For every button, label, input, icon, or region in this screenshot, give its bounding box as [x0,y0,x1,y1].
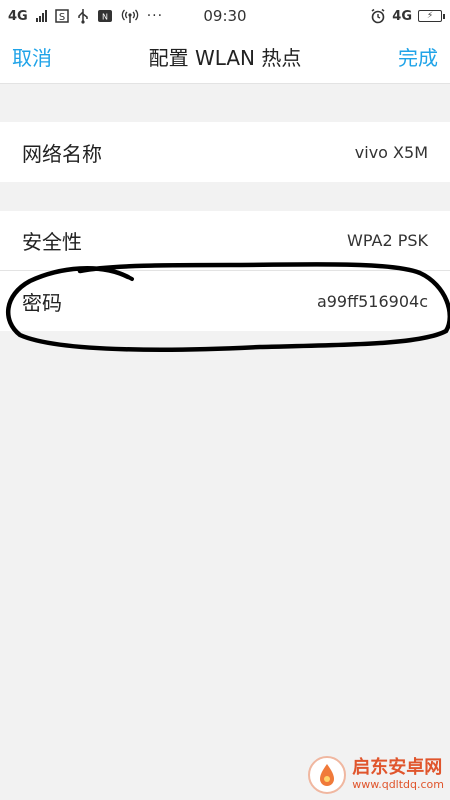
site-watermark: 启东安卓网 www.qdltdq.com [308,756,444,794]
done-button[interactable]: 完成 [398,32,438,84]
password-label: 密码 [22,290,62,315]
status-bar: 4G S N ··· 09:30 4G ⚡ [0,0,450,32]
security-label: 安全性 [22,230,82,254]
sim-s-icon: S [54,9,69,23]
network-type-right: 4G [392,8,412,24]
svg-text:S: S [59,12,65,23]
svg-text:N: N [102,13,108,22]
network-name-row[interactable]: 网络名称 vivo X5M [0,122,450,182]
hotspot-icon [121,8,139,24]
signal-icon [35,10,47,22]
network-type-left: 4G [8,8,28,24]
usb-icon [77,8,89,24]
network-name-label: 网络名称 [22,141,102,166]
security-value: WPA2 PSK [347,231,428,250]
hotspot-config-screen: 4G S N ··· 09:30 4G ⚡ 取消 配置 WLAN 热点 完成 网… [0,0,450,800]
password-value: a99ff516904c [316,291,428,311]
status-bar-right: 4G ⚡ [370,0,445,32]
alarm-icon [370,8,386,24]
vpn-icon: N [97,9,113,23]
watermark-text: 启东安卓网 www.qdltdq.com [352,758,444,791]
watermark-title: 启东安卓网 [352,757,443,779]
password-row[interactable]: 密码 a99ff516904c [0,271,450,331]
network-name-value: vivo X5M [354,142,428,162]
status-bar-left: 4G S N ··· [8,0,163,32]
more-notifications-icon: ··· [146,8,164,24]
watermark-url: www.qdltdq.com [352,778,444,792]
page-title: 配置 WLAN 热点 [148,46,302,70]
security-row[interactable]: 安全性 WPA2 PSK [0,211,450,271]
watermark-logo-icon [308,756,347,794]
nav-bar: 取消 配置 WLAN 热点 完成 [0,32,450,84]
battery-charging-icon: ⚡ [418,10,445,22]
